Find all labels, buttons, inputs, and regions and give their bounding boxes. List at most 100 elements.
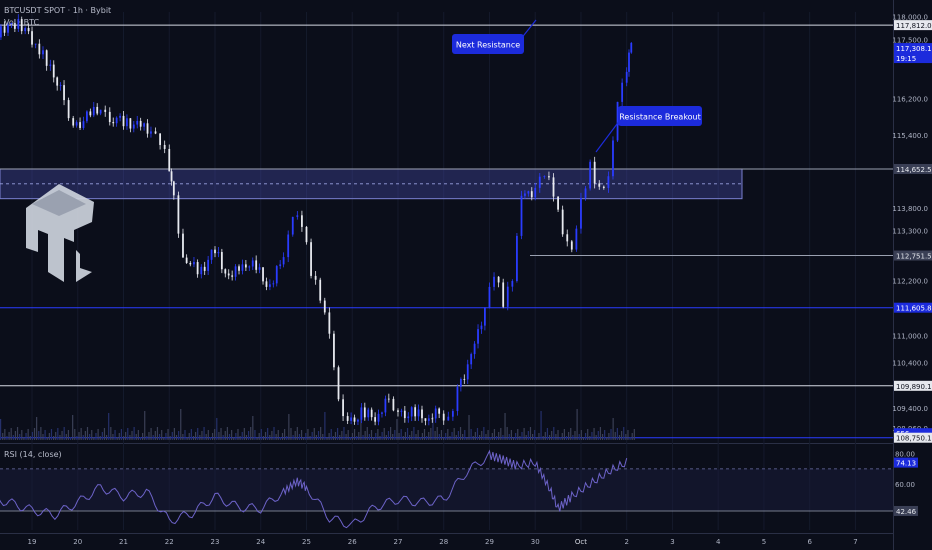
candle-body: [367, 409, 370, 418]
candle-body: [438, 408, 441, 414]
volume-bar: [199, 435, 201, 440]
volume-bar: [462, 434, 464, 440]
volume-bar: [258, 433, 260, 440]
price-chart[interactable]: Next ResistanceResistance Breakout118,00…: [0, 0, 932, 550]
volume-bar: [442, 437, 445, 440]
time-axis-label: 25: [302, 538, 311, 546]
volume-bar: [381, 432, 383, 440]
volume-bar: [27, 429, 29, 440]
volume-bar: [209, 437, 212, 440]
candle-body: [561, 209, 564, 235]
volume-bar: [345, 434, 347, 440]
volume-bar: [358, 432, 360, 440]
volume-bar: [464, 430, 466, 440]
volume-bar: [216, 418, 218, 440]
volume-bar: [139, 437, 142, 440]
candle-body: [67, 100, 70, 119]
candle-body: [75, 122, 78, 126]
symbol-header: BTCUSDT SPOT · 1h · Bybit: [4, 6, 112, 15]
volume-bar: [36, 417, 38, 440]
time-axis-label: 4: [716, 538, 721, 546]
volume-bar: [548, 435, 551, 440]
volume-bar: [120, 429, 123, 440]
volume-bar: [468, 415, 470, 440]
candle-body: [49, 64, 52, 66]
candle-body: [607, 176, 610, 188]
rsi-label: RSI (14, close): [4, 450, 62, 459]
volume-bar: [97, 429, 99, 440]
volume-bar: [298, 434, 301, 440]
volume-bar: [623, 427, 625, 440]
time-axis-label: 30: [531, 538, 540, 546]
resistance-breakout-label: Resistance Breakout: [619, 113, 701, 122]
volume-bar: [226, 427, 228, 440]
volume-bar: [597, 431, 599, 440]
candle-body: [129, 118, 132, 129]
volume-bar: [415, 434, 417, 440]
volume-bar: [334, 432, 337, 440]
volume-bar: [366, 427, 368, 440]
candle-body: [625, 71, 628, 83]
volume-bar: [315, 435, 318, 440]
candle-body: [287, 234, 290, 258]
candle-body: [27, 28, 30, 32]
volume-bar: [328, 433, 330, 440]
volume-bar: [332, 436, 334, 440]
volume-bar: [262, 436, 265, 440]
candle-body: [262, 267, 264, 282]
candle-body: [314, 275, 317, 280]
volume-bar: [14, 431, 17, 440]
rsi-tick-label: 80.00: [895, 451, 915, 459]
volume-bar: [559, 437, 561, 440]
volume-bar: [438, 434, 440, 440]
volume-bar: [65, 434, 67, 440]
volume-bar: [188, 433, 190, 440]
candle-body: [357, 419, 359, 422]
time-axis-label: 20: [73, 538, 82, 546]
volume-bar: [99, 436, 101, 440]
candle-body: [628, 52, 630, 72]
candle-body: [534, 187, 537, 198]
volume-bar: [146, 436, 148, 440]
volume-bar: [260, 429, 262, 440]
volume-bar: [587, 429, 589, 440]
volume-bar: [211, 433, 214, 440]
volume-bar: [379, 436, 381, 440]
volume-bar: [55, 432, 57, 440]
volume-bar: [93, 437, 95, 440]
volume-bar: [305, 433, 307, 440]
volume-bar: [0, 419, 2, 440]
candle-body: [63, 85, 65, 101]
volume-bar: [103, 428, 106, 440]
volume-bar: [631, 433, 633, 440]
price-badge-label: 108,750.1: [896, 435, 932, 443]
volume-bar: [169, 436, 171, 440]
time-axis-label: 22: [165, 538, 174, 546]
volume-bar: [479, 435, 481, 440]
volume-bar: [67, 430, 70, 440]
candle-body: [466, 364, 469, 380]
candle-body: [451, 411, 454, 417]
volume-bar: [610, 429, 612, 440]
volume-bar: [536, 437, 538, 440]
candle-body: [241, 264, 244, 271]
candle-body: [337, 367, 340, 400]
volume-bar: [572, 435, 574, 440]
volume-bar: [10, 428, 12, 440]
volume-bar: [241, 432, 243, 440]
volume-bar: [309, 436, 311, 440]
volume-bar: [453, 428, 455, 440]
time-axis-label: 7: [853, 538, 857, 546]
volume-bar: [57, 428, 59, 440]
time-axis-border: [0, 533, 893, 534]
candle-body: [570, 241, 573, 250]
candle-body: [56, 77, 59, 86]
volume-bar: [218, 432, 220, 440]
volume-bar: [184, 430, 186, 440]
volume-bar: [521, 432, 523, 440]
candle-body: [502, 282, 505, 307]
candle-body: [146, 123, 149, 134]
volume-bar: [220, 428, 222, 440]
volume-bar: [311, 432, 313, 440]
candle-body: [392, 398, 395, 411]
